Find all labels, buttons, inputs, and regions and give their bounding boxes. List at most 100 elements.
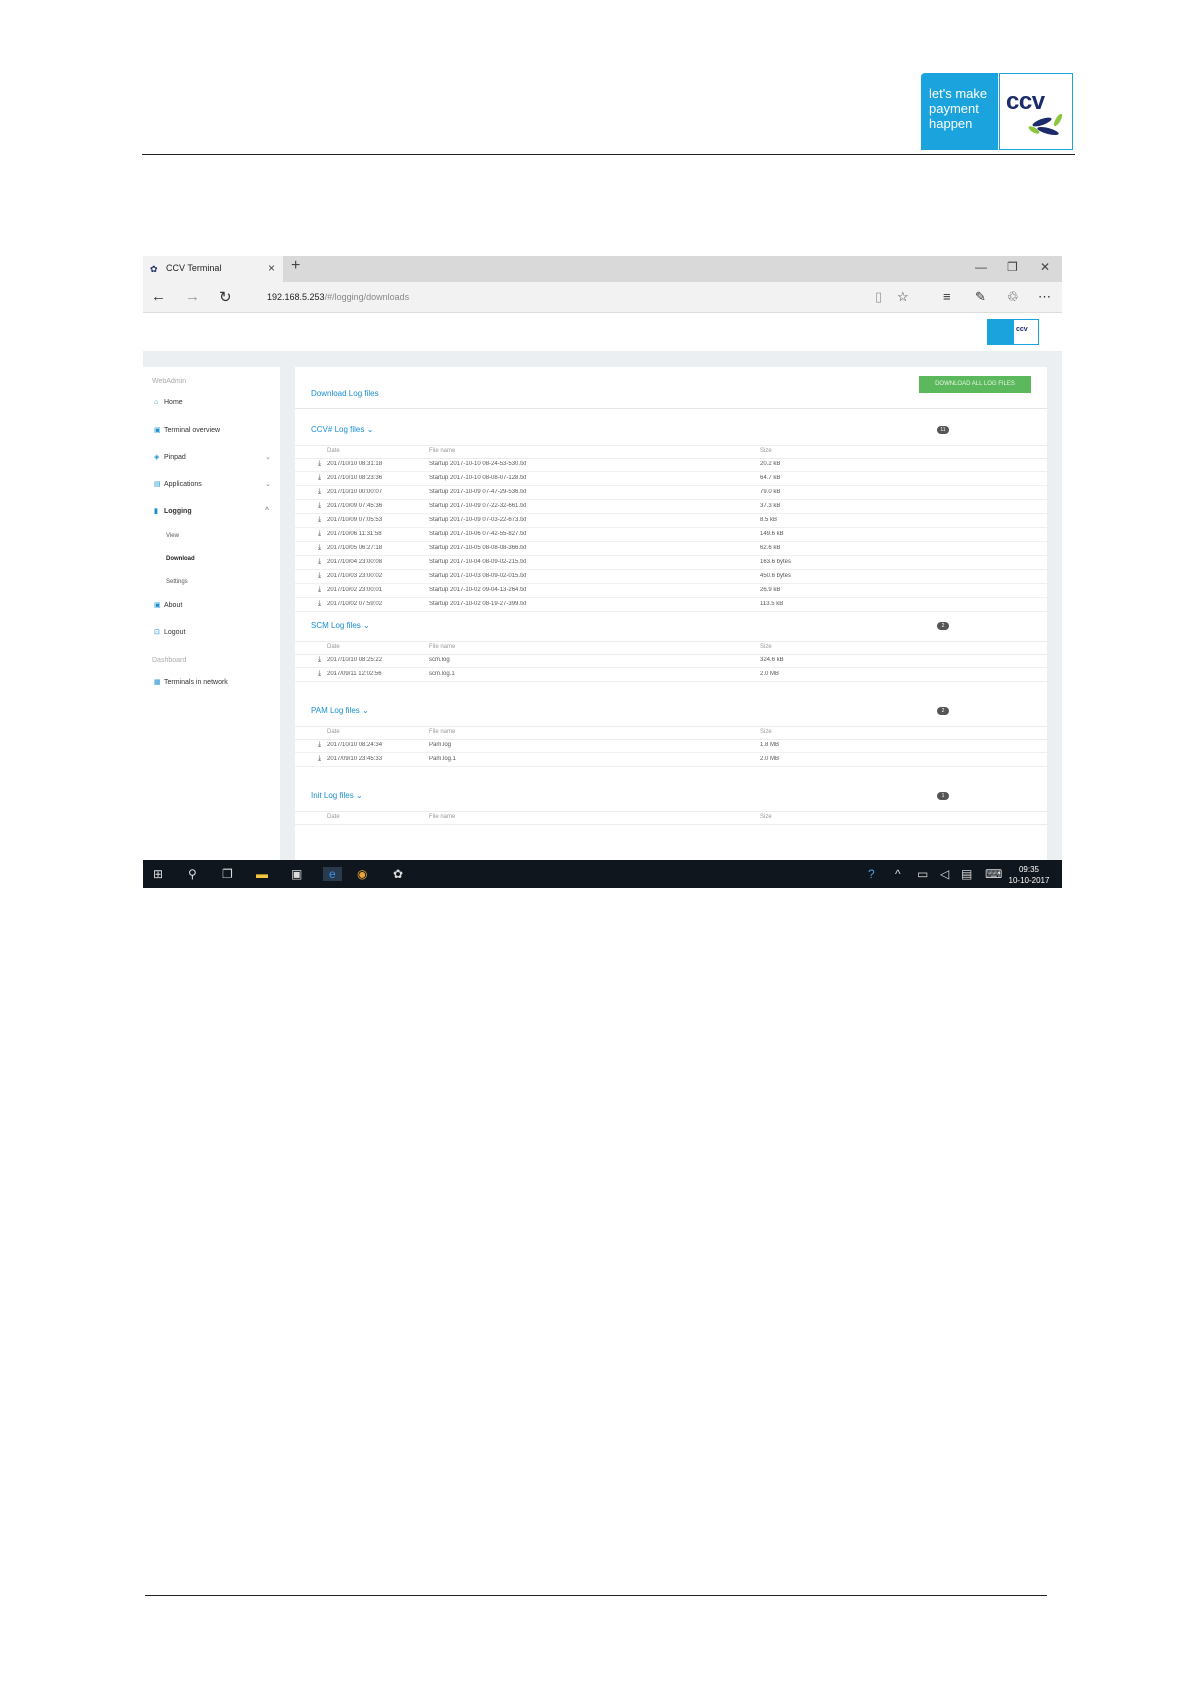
- sidebar-item-label: Applications: [164, 481, 202, 488]
- section-toggle[interactable]: SCM Log files ⌄: [311, 621, 370, 630]
- search-icon[interactable]: ⚲: [188, 867, 197, 881]
- sidebar-item-about[interactable]: ▣ About: [154, 601, 182, 609]
- chrome-icon[interactable]: ◉: [357, 867, 367, 881]
- minimize-button[interactable]: —: [975, 260, 987, 274]
- hub-icon[interactable]: ≡: [943, 289, 951, 304]
- close-window-button[interactable]: ✕: [1040, 260, 1050, 274]
- volume-icon[interactable]: ◁: [940, 867, 949, 881]
- table-row[interactable]: ⤓ 2017/10/09 07:45:36 Startup 2017-10-09 0…: [295, 500, 1047, 514]
- display-icon[interactable]: ▤: [961, 867, 972, 881]
- cell-file: Pam.log.1: [429, 756, 457, 762]
- section-toggle[interactable]: PAM Log files ⌄: [311, 706, 369, 715]
- calendar-icon: ▣: [154, 427, 161, 434]
- sidebar-item-terminal-overview[interactable]: ▣ Terminal overview: [154, 426, 220, 434]
- cell-file: Startup 2017-10-09 07-47-29-536.txt: [429, 489, 527, 495]
- chevron-down-icon: ⌄: [265, 454, 271, 461]
- download-icon[interactable]: ⤓: [318, 488, 321, 496]
- cell-size: 113.5 kB: [760, 601, 784, 607]
- sidebar-item-home[interactable]: ⌂ Home: [154, 399, 183, 406]
- favorite-star-icon[interactable]: ☆: [897, 289, 909, 305]
- browser-tab[interactable]: ✿ CCV Terminal ×: [143, 256, 283, 282]
- page-title: Download Log files: [311, 389, 379, 398]
- chevron-up-icon[interactable]: ^: [895, 867, 901, 881]
- keyboard-icon[interactable]: ⌨: [985, 867, 1002, 881]
- new-tab-button[interactable]: +: [291, 257, 300, 275]
- sidebar-item-label: Terminals in network: [164, 679, 228, 686]
- share-icon[interactable]: ♲: [1007, 289, 1019, 305]
- reading-view-icon[interactable]: ▯: [875, 289, 882, 305]
- logo-slogan: let's make payment happen: [921, 73, 998, 150]
- edge-browser-icon[interactable]: e: [323, 867, 342, 881]
- table-row[interactable]: ⤓ 2017/10/03 23:00:02 Startup 2017-10-03 0…: [295, 570, 1047, 584]
- web-note-icon[interactable]: ✎: [975, 289, 986, 305]
- sidebar-item-pinpad[interactable]: ◈ Pinpad ⌄: [154, 453, 271, 461]
- back-icon[interactable]: ←: [151, 288, 166, 305]
- download-icon[interactable]: ⤓: [318, 558, 321, 566]
- file-explorer-icon[interactable]: ▬: [256, 867, 268, 881]
- sidebar-item-terminals-in-network[interactable]: ▦ Terminals in network: [154, 678, 228, 686]
- log-section-pam: PAM Log files ⌄ 2 Date File name Size ⤓ 2…: [295, 706, 1047, 768]
- table-row[interactable]: ⤓ 2017/09/11 12:02:56 scm.log.1 2.0 MB: [295, 668, 1047, 682]
- table-header: Date File name Size: [295, 811, 1047, 825]
- table-row[interactable]: ⤓ 2017/10/06 11:31:58 Startup 2017-10-06 0…: [295, 528, 1047, 542]
- table-row[interactable]: ⤓ 2017/10/10 08:23:36 Startup 2017-10-10 0…: [295, 472, 1047, 486]
- table-row[interactable]: ⤓ 2017/10/09 07:05:53 Startup 2017-10-09 0…: [295, 514, 1047, 528]
- download-icon[interactable]: ⤓: [318, 474, 321, 482]
- download-icon[interactable]: ⤓: [318, 755, 321, 763]
- section-toggle[interactable]: Init Log files ⌄: [311, 791, 363, 800]
- logo-brand: ccv: [999, 73, 1073, 150]
- sidebar-sub-view[interactable]: View: [166, 533, 179, 539]
- close-tab-icon[interactable]: ×: [268, 261, 275, 275]
- table-row[interactable]: ⤓ 2017/10/05 06:27:18 Startup 2017-10-05 0…: [295, 542, 1047, 556]
- store-icon[interactable]: ▣: [291, 867, 302, 881]
- sidebar-item-label: Logout: [164, 629, 186, 636]
- col-size: Size: [760, 644, 772, 650]
- download-icon[interactable]: ⤓: [318, 572, 321, 580]
- cell-file: Startup 2017-10-02 09-04-13-264.txt: [429, 587, 527, 593]
- sidebar-item-logout[interactable]: ⊡ Logout: [154, 628, 185, 636]
- table-row[interactable]: ⤓ 2017/10/10 00:00:07 Startup 2017-10-09 0…: [295, 486, 1047, 500]
- network-icon[interactable]: ▭: [917, 867, 928, 881]
- table-row[interactable]: ⤓ 2017/10/02 23:00:01 Startup 2017-10-02 0…: [295, 584, 1047, 598]
- section-toggle[interactable]: CCV# Log files ⌄: [311, 425, 373, 434]
- table-row[interactable]: ⤓ 2017/10/10 08:31:18 Startup 2017-10-10 0…: [295, 458, 1047, 472]
- download-icon[interactable]: ⤓: [318, 516, 321, 524]
- url-field[interactable]: 192.168.5.253/#/logging/downloads: [267, 292, 409, 302]
- sidebar-section-dashboard: Dashboard: [152, 657, 187, 664]
- maximize-button[interactable]: ❐: [1007, 260, 1018, 274]
- download-icon[interactable]: ⤓: [318, 741, 321, 749]
- slogan-line: payment: [929, 101, 979, 116]
- sidebar-item-logging[interactable]: ▮ Logging ^: [154, 507, 269, 515]
- sidebar-item-applications[interactable]: ▤ Applications ⌄: [154, 480, 271, 488]
- ccv-logo: let's make payment happen ccv: [921, 73, 1073, 150]
- slogan-line: let's make: [929, 86, 988, 101]
- download-icon[interactable]: ⤓: [318, 670, 321, 678]
- app-icon[interactable]: ✿: [393, 867, 403, 881]
- download-icon[interactable]: ⤓: [318, 502, 321, 510]
- download-icon[interactable]: ⤓: [318, 460, 321, 468]
- table-row[interactable]: ⤓ 2017/10/10 08:25:22 scm.log 324.6 kB: [295, 654, 1047, 668]
- sidebar-sub-settings[interactable]: Settings: [166, 579, 188, 585]
- cell-file: Startup 2017-10-10 08-08-07-128.txt: [429, 475, 527, 481]
- table-row[interactable]: ⤓ 2017/10/04 23:00:08 Startup 2017-10-04 0…: [295, 556, 1047, 570]
- more-icon[interactable]: ⋯: [1038, 289, 1051, 305]
- download-icon[interactable]: ⤓: [318, 586, 321, 594]
- download-icon[interactable]: ⤓: [318, 544, 321, 552]
- taskbar-clock[interactable]: 09:35 10-10-2017: [1003, 864, 1055, 886]
- cell-date: 2017/10/02 23:00:01: [327, 587, 383, 593]
- table-row[interactable]: ⤓ 2017/09/10 23:45:33 Pam.log.1 2.0 MB: [295, 753, 1047, 767]
- windows-start-icon[interactable]: ⊞: [153, 867, 163, 881]
- download-icon[interactable]: ⤓: [318, 656, 321, 664]
- sidebar-sub-download[interactable]: Download: [166, 556, 195, 562]
- cell-size: 62.6 kB: [760, 545, 781, 551]
- task-view-icon[interactable]: ❐: [222, 867, 233, 881]
- download-icon[interactable]: ⤓: [318, 530, 321, 538]
- table-row[interactable]: ⤓ 2017/10/02 07:59:02 Startup 2017-10-02 0…: [295, 598, 1047, 612]
- download-all-button[interactable]: DOWNLOAD ALL LOG FILES: [919, 376, 1031, 393]
- refresh-icon[interactable]: ↻: [219, 288, 232, 306]
- table-row[interactable]: ⤓ 2017/10/10 08:24:34 Pam.log 1.8 MB: [295, 739, 1047, 753]
- cell-size: 26.9 kB: [760, 587, 781, 593]
- forward-icon[interactable]: →: [185, 288, 200, 305]
- help-icon[interactable]: ?: [868, 867, 875, 881]
- download-icon[interactable]: ⤓: [318, 600, 321, 608]
